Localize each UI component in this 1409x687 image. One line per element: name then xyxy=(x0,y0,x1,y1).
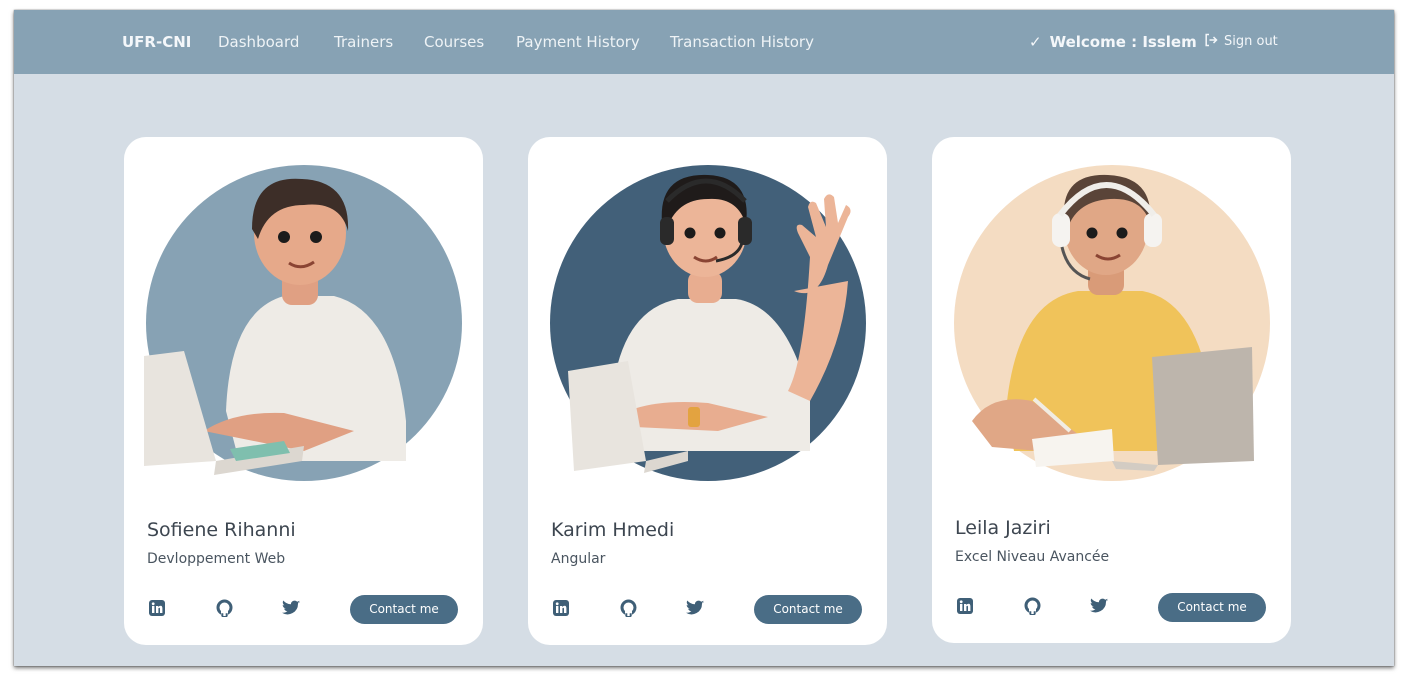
nav-payment-history[interactable]: Payment History xyxy=(516,10,640,74)
github-icon[interactable] xyxy=(1022,596,1042,616)
trainer-avatar xyxy=(952,161,1272,491)
check-icon: ✓ xyxy=(1029,33,1042,51)
trainer-avatar xyxy=(144,161,464,491)
github-icon[interactable] xyxy=(618,598,638,618)
app-frame: UFR-CNI Dashboard Trainers Courses Payme… xyxy=(14,10,1394,666)
nav-trainers[interactable]: Trainers xyxy=(334,10,393,74)
contact-button[interactable]: Contact me xyxy=(350,595,458,624)
twitter-icon[interactable] xyxy=(281,598,301,618)
nav-transaction-history[interactable]: Transaction History xyxy=(670,10,814,74)
trainer-illustration xyxy=(144,165,462,481)
sign-out-icon xyxy=(1205,33,1218,47)
signout-label: Sign out xyxy=(1224,34,1278,49)
linkedin-icon[interactable] xyxy=(955,596,975,616)
linkedin-icon[interactable] xyxy=(551,598,571,618)
contact-button[interactable]: Contact me xyxy=(1158,593,1266,622)
trainer-card: Karim Hmedi Angular Contact me xyxy=(528,137,887,645)
github-icon[interactable] xyxy=(214,598,234,618)
twitter-icon[interactable] xyxy=(685,598,705,618)
top-navbar: UFR-CNI Dashboard Trainers Courses Payme… xyxy=(14,10,1394,74)
trainer-course: Excel Niveau Avancée xyxy=(955,549,1110,565)
welcome-text: Welcome : Isslem xyxy=(1049,33,1197,51)
trainer-card: Leila Jaziri Excel Niveau Avancée Contac… xyxy=(932,137,1291,643)
trainer-card: Sofiene Rihanni Devloppement Web Contact… xyxy=(124,137,483,645)
nav-courses[interactable]: Courses xyxy=(424,10,484,74)
trainer-illustration xyxy=(550,165,866,481)
trainer-avatar xyxy=(548,161,868,491)
nav-dashboard[interactable]: Dashboard xyxy=(218,10,299,74)
trainer-course: Angular xyxy=(551,551,606,567)
trainer-illustration xyxy=(954,165,1270,481)
trainer-course: Devloppement Web xyxy=(147,551,286,567)
brand-link[interactable]: UFR-CNI xyxy=(122,10,191,74)
twitter-icon[interactable] xyxy=(1089,596,1109,616)
signout-link[interactable]: Sign out xyxy=(1204,10,1278,74)
contact-button[interactable]: Contact me xyxy=(754,595,862,624)
linkedin-icon[interactable] xyxy=(147,598,167,618)
trainer-name: Leila Jaziri xyxy=(955,517,1051,539)
trainer-name: Sofiene Rihanni xyxy=(147,519,296,541)
trainer-name: Karim Hmedi xyxy=(551,519,675,541)
welcome-user: ✓ Welcome : Isslem xyxy=(1029,10,1197,74)
